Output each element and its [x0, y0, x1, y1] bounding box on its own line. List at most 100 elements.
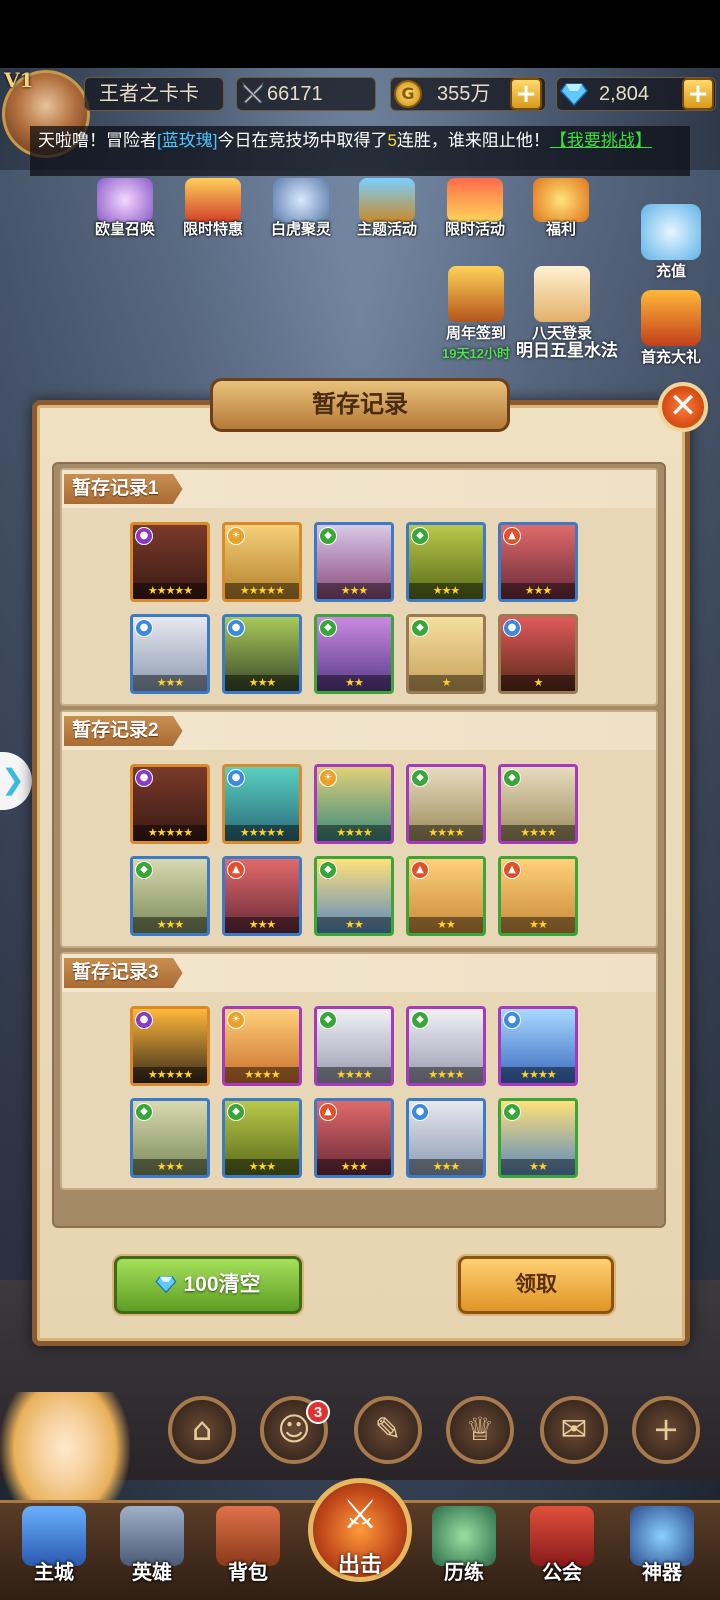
hero-card[interactable]: ● ★★★★★ — [222, 764, 302, 844]
first-recharge-button[interactable]: 首充大礼 — [628, 290, 714, 367]
hero-card[interactable]: ▲ ★★★ — [498, 522, 578, 602]
nav-label: 出击 — [337, 1552, 382, 1577]
house-icon: ⌂ — [191, 1410, 213, 1448]
activity-theme[interactable]: 主题活动 — [342, 178, 432, 240]
anniversary-label: 周年签到 — [445, 325, 506, 342]
nav-battle[interactable]: ⚔ 出击 — [308, 1478, 412, 1582]
diamond-icon — [155, 1275, 177, 1293]
welfare-icon — [533, 178, 589, 222]
hero-card[interactable]: ◆ ★★★★ — [498, 764, 578, 844]
tasks-button[interactable]: ✎ — [354, 1396, 422, 1464]
activity-limited-offer[interactable]: 限时特惠 — [168, 178, 258, 240]
hero-card[interactable]: ◆ ★★★ — [222, 1098, 302, 1178]
activity-label: 限时特惠 — [182, 221, 243, 238]
gift-box-icon — [185, 178, 241, 222]
section-title: 暂存记录2 — [64, 716, 183, 746]
calendar-icon — [534, 266, 590, 322]
star-banner-icon — [447, 178, 503, 222]
treasure-chest-icon — [359, 178, 415, 222]
announcement-player[interactable]: [蓝玫瑰] — [157, 131, 217, 150]
hero-card[interactable]: ◆ ★★ — [314, 614, 394, 694]
hero-card[interactable]: ◆ ★★★ — [130, 856, 210, 936]
recharge-button[interactable]: 充值 — [628, 204, 714, 281]
activity-welfare[interactable]: 福利 — [516, 178, 606, 240]
nav-label: 神器 — [642, 1562, 682, 1584]
hero-card[interactable]: ◆ ★★ — [498, 1098, 578, 1178]
activity-limited-time[interactable]: 限时活动 — [430, 178, 520, 240]
hero-card[interactable]: ☀ ★★★★ — [222, 1006, 302, 1086]
announcement-prefix: 天啦噜！冒险者 — [38, 131, 157, 150]
hero-card[interactable]: ▲ ★★★ — [222, 856, 302, 936]
diamond-icon — [560, 83, 588, 106]
hero-card[interactable]: ◆ ★★★ — [130, 1098, 210, 1178]
power-sword-icon — [242, 81, 264, 104]
nav-artifact[interactable]: 神器 — [612, 1500, 712, 1600]
status-bar — [0, 0, 720, 68]
hero-card[interactable]: ● ★★★★ — [498, 1006, 578, 1086]
hero-card[interactable]: ◆ ★★★★ — [314, 1006, 394, 1086]
gold-coin-icon: G — [394, 80, 422, 108]
hero-card[interactable]: ● ★★★★★ — [130, 764, 210, 844]
nav-main-city[interactable]: 主城 — [4, 1500, 104, 1600]
nav-heroes[interactable]: 英雄 — [102, 1500, 202, 1600]
activity-label: 欧皇召唤 — [94, 221, 155, 238]
add-gem-button[interactable]: + — [682, 78, 714, 110]
clear-button[interactable]: 100清空 — [114, 1256, 302, 1314]
eight-day-login[interactable]: 八天登录 — [514, 266, 610, 343]
ranking-button[interactable]: ♕ — [446, 1396, 514, 1464]
home-shortcut-button[interactable]: ⌂ — [168, 1396, 236, 1464]
hero-card[interactable]: ☀ ★★★★★ — [222, 522, 302, 602]
anniversary-icon — [448, 266, 504, 322]
plus-icon: + — [652, 1410, 680, 1448]
section-title: 暂存记录3 — [64, 958, 183, 988]
crossed-swords-icon: ⚔ — [342, 1492, 378, 1538]
hero-card[interactable]: ☀ ★★★★ — [314, 764, 394, 844]
mail-button[interactable]: ✉ — [540, 1396, 608, 1464]
hero-card[interactable]: ● ★★★ — [130, 614, 210, 694]
nav-label: 历练 — [444, 1562, 484, 1584]
friends-badge: 3 — [306, 1400, 330, 1424]
hero-card[interactable]: ◆ ★★★ — [406, 522, 486, 602]
hero-card[interactable]: ◆ ★★★ — [314, 522, 394, 602]
anniversary-signin[interactable]: 周年签到 19天12小时 — [428, 266, 524, 362]
receive-button[interactable]: 领取 — [458, 1256, 614, 1314]
more-button[interactable]: + — [632, 1396, 700, 1464]
hero-card[interactable]: ◆ ★★★★ — [406, 764, 486, 844]
dialog-title: 暂存记录 — [210, 378, 510, 432]
activity-label: 主题活动 — [356, 221, 417, 238]
activity-label: 福利 — [545, 221, 576, 238]
activity-label: 白虎聚灵 — [270, 221, 331, 238]
hero-card[interactable]: ▲ ★★ — [406, 856, 486, 936]
recharge-label: 充值 — [655, 263, 686, 280]
hero-card[interactable]: ◆ ★★★★ — [406, 1006, 486, 1086]
nav-guild[interactable]: 公会 — [512, 1500, 612, 1600]
gift-icon — [641, 290, 701, 346]
activity-white-tiger[interactable]: 白虎聚灵 — [256, 178, 346, 240]
tomorrow-reward-text: 明日五星水法 — [516, 341, 618, 360]
hero-card[interactable]: ◆ ★ — [406, 614, 486, 694]
mail-icon: ✉ — [560, 1410, 588, 1448]
crystal-icon — [641, 204, 701, 260]
close-button[interactable]: ✕ — [658, 382, 708, 432]
nav-backpack[interactable]: 背包 — [198, 1500, 298, 1600]
activity-label: 限时活动 — [444, 221, 505, 238]
hero-card[interactable]: ● ★★★★★ — [130, 522, 210, 602]
activity-summon[interactable]: 欧皇召唤 — [80, 178, 170, 240]
section-title: 暂存记录1 — [64, 474, 183, 504]
add-gold-button[interactable]: + — [510, 78, 542, 110]
summon-icon — [97, 178, 153, 222]
first-recharge-label: 首充大礼 — [640, 349, 701, 366]
player-name[interactable]: 王者之卡卡 — [84, 77, 224, 111]
hero-card[interactable]: ● ★ — [498, 614, 578, 694]
challenge-link[interactable]: 【我要挑战】 — [550, 131, 652, 150]
nav-training[interactable]: 历练 — [414, 1500, 514, 1600]
hero-card[interactable]: ● ★★★ — [222, 614, 302, 694]
nav-label: 背包 — [228, 1562, 268, 1584]
hero-card[interactable]: ● ★★★ — [406, 1098, 486, 1178]
white-tiger-icon — [273, 178, 329, 222]
hero-card[interactable]: ▲ ★★ — [498, 856, 578, 936]
hero-card[interactable]: ▲ ★★★ — [314, 1098, 394, 1178]
hero-card[interactable]: ● ★★★★★ — [130, 1006, 210, 1086]
hero-card[interactable]: ◆ ★★ — [314, 856, 394, 936]
nav-label: 公会 — [542, 1562, 582, 1584]
